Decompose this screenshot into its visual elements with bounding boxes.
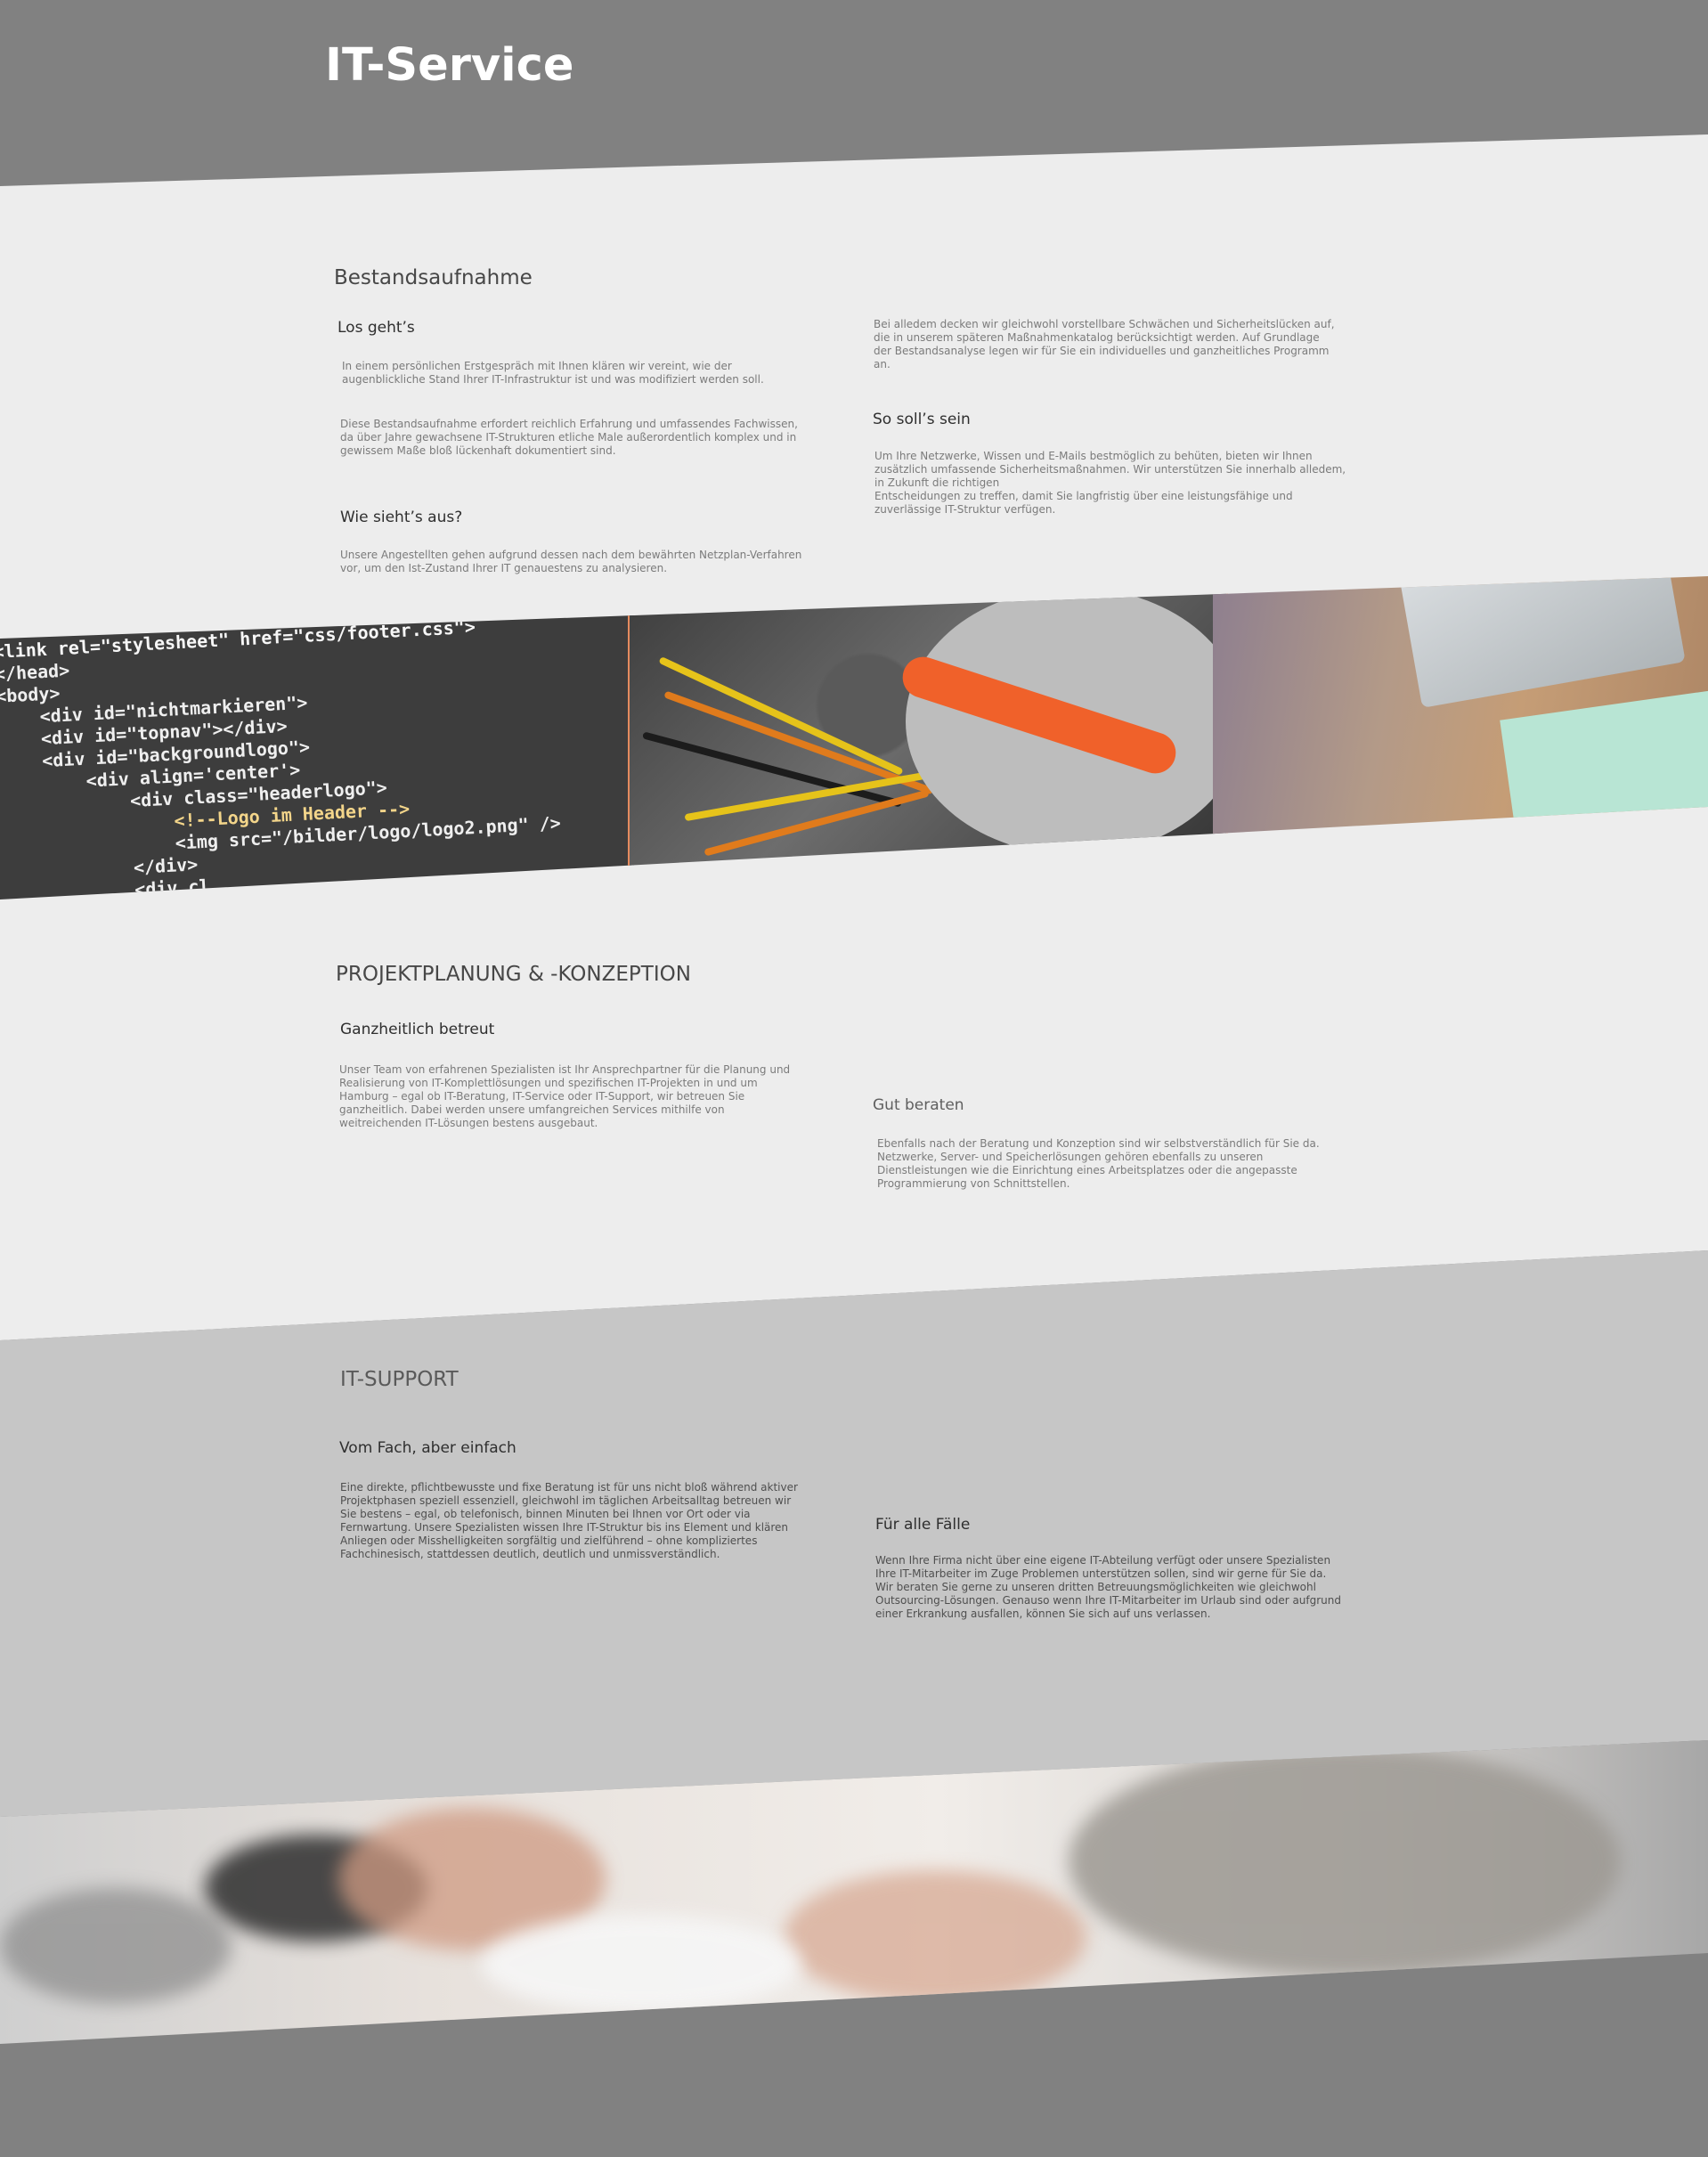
- text-fuer-alle-faelle: Wenn Ihre Firma nicht über eine eigene I…: [875, 1554, 1342, 1620]
- heading-wie-siehts-aus: Wie sieht’s aus?: [340, 509, 463, 526]
- heading-so-solls-sein: So soll’s sein: [873, 411, 971, 428]
- section-title-bestandsaufnahme: Bestandsaufnahme: [334, 266, 533, 289]
- text-ganzheitlich-betreut: Unser Team von erfahrenen Spezialisten i…: [339, 1063, 791, 1129]
- text-schwachstellen: Bei alledem decken wir gleichwohl vorste…: [874, 318, 1335, 370]
- text-wie-siehts-aus: Unsere Angestellten gehen aufgrund desse…: [340, 549, 802, 574]
- section-title-it-support: IT-SUPPORT: [340, 1368, 459, 1391]
- heading-ganzheitlich-betreut: Ganzheitlich betreut: [340, 1021, 495, 1038]
- heading-los-gehts: Los geht’s: [338, 319, 415, 337]
- heading-gut-beraten: Gut beraten: [873, 1096, 964, 1114]
- code-snippet: <link rel="stylesheet" href="css/footer.…: [0, 615, 562, 908]
- text-gut-beraten: Ebenfalls nach der Beratung und Konzepti…: [877, 1137, 1320, 1190]
- section-title-projektplanung: PROJEKTPLANUNG & -KONZEPTION: [336, 963, 691, 986]
- text-los-gehts-2: Diese Bestandsaufnahme erfordert reichli…: [340, 418, 798, 457]
- site-title: IT-Service: [325, 39, 574, 92]
- text-vom-fach: Eine direkte, pflichtbewusste und fixe B…: [340, 1481, 798, 1560]
- heading-vom-fach: Vom Fach, aber einfach: [339, 1439, 516, 1457]
- text-so-solls-sein: Um Ihre Netzwerke, Wissen und E-Mails be…: [874, 450, 1346, 516]
- heading-fuer-alle-faelle: Für alle Fälle: [875, 1516, 971, 1534]
- text-los-gehts-1: In einem persönlichen Erstgespräch mit I…: [342, 360, 764, 386]
